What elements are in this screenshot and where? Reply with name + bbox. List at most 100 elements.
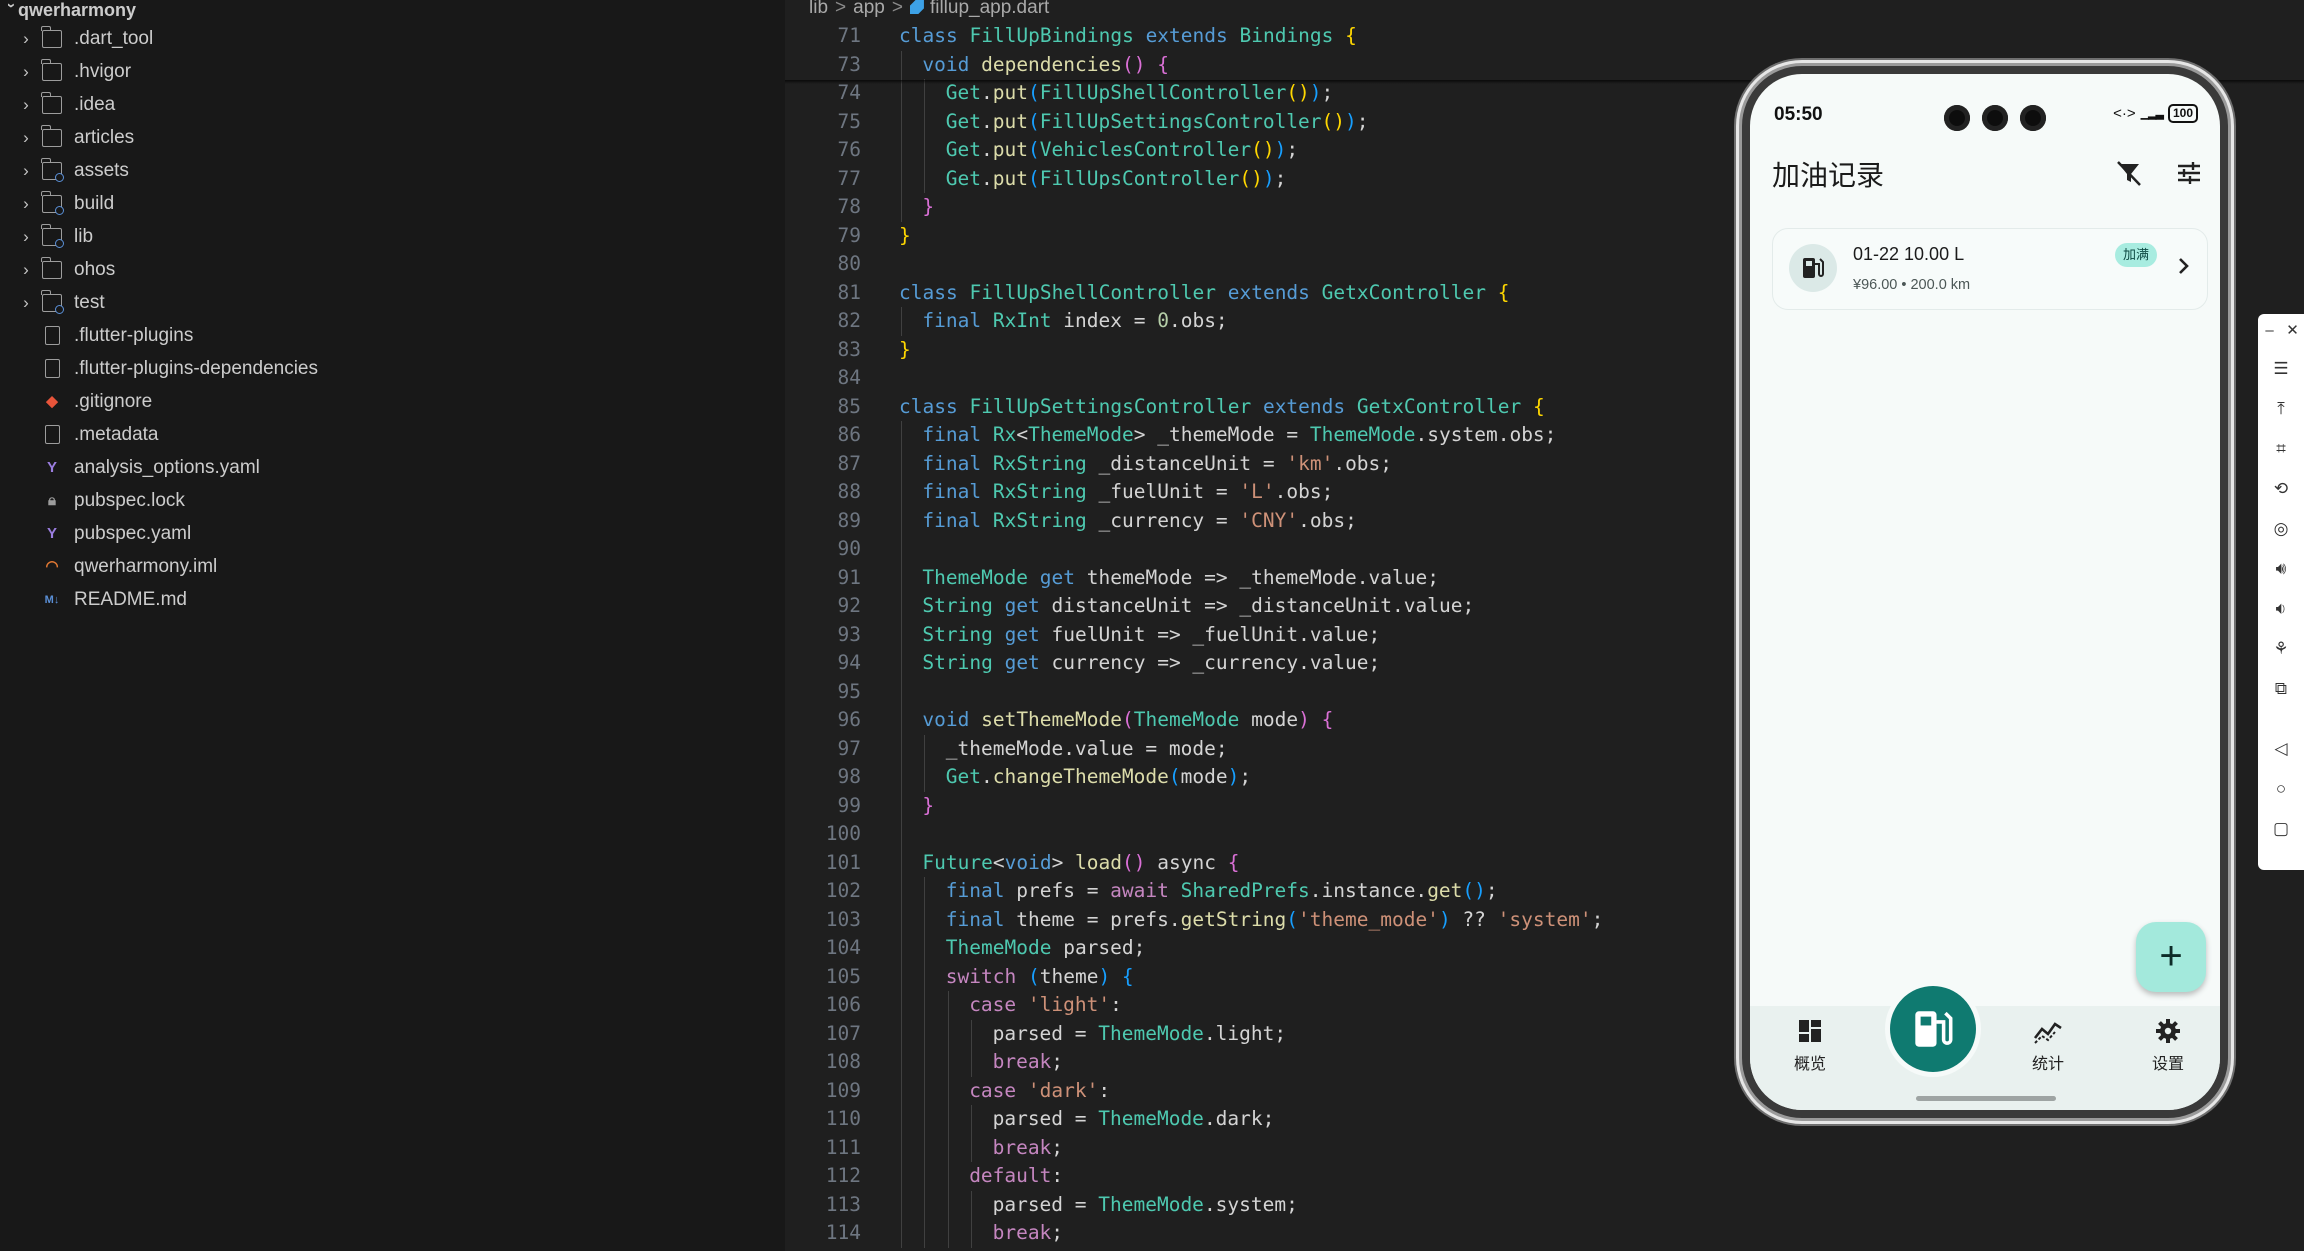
tune-icon[interactable] [2174,158,2204,188]
minimize-icon[interactable]: – [2258,314,2281,348]
code-token: FillUpsController [1039,166,1240,190]
line-number: 78 [837,195,861,218]
rotate-icon[interactable]: ⟲ [2258,472,2304,506]
code-token: extends [1262,394,1357,418]
chart-line-icon [2033,1022,2062,1044]
nav-item-settings[interactable]: 设置 [2128,1018,2208,1074]
close-icon[interactable]: ✕ [2281,314,2304,348]
code-token: SharedPrefs [1180,879,1310,902]
explorer-root[interactable]: › qwerharmony [0,0,136,20]
tree-item[interactable]: › articles [0,121,785,154]
tree-item-label: pubspec.lock [74,490,185,511]
tree-item[interactable]: .flutter-plugins [0,319,785,352]
add-record-button[interactable]: + [2136,922,2206,992]
code-token: ( [1028,138,1040,161]
code-text: parsed = ThemeMode.system; [993,1191,1298,1220]
tree-item[interactable]: › .dart_tool [0,22,785,55]
tree-item[interactable]: › .hvigor [0,55,785,88]
indent-guide [924,1190,926,1219]
tree-item[interactable]: M↓ README.md [0,583,785,616]
code-token: currency => _currency.value; [1051,651,1381,674]
nav-item-overview[interactable]: 概览 [1770,1018,1850,1074]
indent-guide [901,478,902,507]
breadcrumb-item[interactable]: lib [809,0,828,18]
tree-item-label: test [74,292,105,313]
code-text: final RxString _fuelUnit = 'L'.obs; [922,478,1333,507]
code-text: final theme = prefs.getString('theme_mod… [946,906,1604,935]
indent-guide [924,962,926,991]
tree-item[interactable]: › lib [0,220,785,253]
indent-guide [901,1133,902,1162]
code-token: ThemeMode [945,936,1064,959]
tree-item[interactable]: ◠ qwerharmony.iml [0,550,785,583]
yaml-icon: Y [46,525,57,542]
tree-item[interactable]: ◆ .gitignore [0,385,785,418]
code-token: ) [1309,81,1322,104]
code-text: String get distanceUnit => _distanceUnit… [922,592,1474,621]
home-indicator[interactable] [1916,1096,2056,1101]
chevron-right-icon: › [23,194,29,213]
chevron-right-icon: > [835,0,847,18]
code-text: break; [993,1219,1063,1248]
code-text: class FillUpBindings extends Bindings { [899,22,1357,51]
folder-icon [41,125,62,147]
volume-down-icon[interactable]: 🔉︎ [2258,592,2304,626]
tree-item[interactable]: › assets [0,154,785,187]
code-token: void [922,52,982,76]
code-token: String [922,622,1005,646]
tree-item-label: .flutter-plugins [74,325,194,346]
fillup-record-card[interactable]: 01-22 10.00 L ¥96.00 • 200.0 km 加满 [1772,228,2208,310]
code-token: ) [1262,166,1275,190]
nav-item-fillups[interactable] [1890,986,1976,1072]
indent-guide [901,107,902,136]
tree-item-label: .gitignore [74,391,153,412]
code-line: 112 default: [785,1162,2304,1191]
code-token: . [981,109,993,133]
code-token: break [992,1050,1052,1073]
filter-off-icon[interactable] [2114,158,2144,188]
code-token: VehiclesController [1039,138,1252,161]
code-text: case 'light': [969,991,1122,1020]
markdown-icon: M↓ [44,594,60,606]
tree-item[interactable]: Ypubspec.yaml [0,517,785,550]
shake-icon[interactable]: ⚘ [2258,632,2304,666]
breadcrumb-item[interactable]: fillup_app.dart [930,0,1049,18]
line-number: 89 [837,508,861,532]
screenshot-icon[interactable]: ◎ [2258,512,2304,546]
code-text: break; [993,1048,1063,1077]
code-text: switch (theme) { [946,963,1134,992]
tree-item[interactable]: .flutter-plugins-dependencies [0,352,785,385]
code-token: Get [945,109,982,133]
pin-top-icon[interactable]: ⤒ [2258,392,2304,426]
nav-item-stats[interactable]: 统计 [2008,1018,2088,1074]
indent-guide [901,307,902,336]
crop-icon[interactable]: ⌗ [2258,432,2304,466]
menu-icon[interactable]: ☰ [2258,352,2304,386]
code-token: . [981,765,993,788]
tree-item[interactable]: 🔒︎ pubspec.lock [0,484,785,517]
code-text: String get currency => _currency.value; [922,649,1380,678]
code-token: 'dark' [1027,1078,1099,1102]
chevron-right-icon: › [23,227,29,246]
breadcrumb-item[interactable]: app [853,0,885,18]
tree-item[interactable]: › .idea [0,88,785,121]
chevron-right-icon: › [23,293,29,312]
chevron-down-icon: › [3,3,20,8]
tree-item[interactable]: › test [0,286,785,319]
chevron-right-icon: › [23,62,29,81]
tree-item[interactable]: › ohos [0,253,785,286]
tree-item[interactable]: › build [0,187,785,220]
recents-icon[interactable]: ▢ [2258,812,2304,846]
code-token: ( [1028,166,1040,190]
code-line: 114 break; [785,1219,2304,1248]
tree-item[interactable]: .metadata [0,418,785,451]
code-token: Get [945,81,982,104]
code-token: ) [1274,138,1287,161]
back-icon[interactable]: ◁ [2258,732,2304,766]
copy-icon[interactable]: ⧉ [2258,672,2304,706]
tree-item[interactable]: Yanalysis_options.yaml [0,451,785,484]
code-line: 111 break; [785,1133,2304,1162]
home-icon[interactable]: ○ [2258,772,2304,806]
code-token: ; [1356,109,1369,133]
volume-up-icon[interactable]: 🔊︎ [2258,552,2304,586]
